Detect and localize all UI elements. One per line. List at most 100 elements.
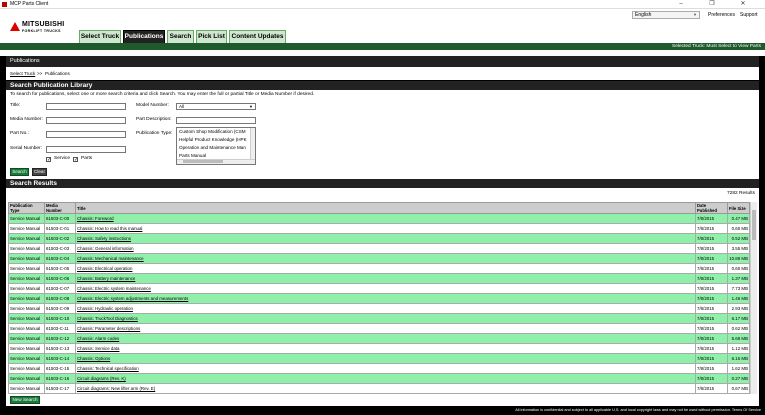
cell-media-number: 61503-C-07 [44,283,76,294]
cell-title[interactable]: Chassis: Options [75,353,696,364]
preferences-link[interactable]: Preferences [708,11,735,19]
cell-title[interactable]: Manual: Traction controller – Zapi Combi… [75,393,696,394]
minimize-button[interactable]: – [669,0,693,8]
table-row[interactable]: Service Manual 61503-C-16 Circuit diagrams… [8,373,750,384]
part-number-input[interactable] [46,131,126,138]
column-header-title[interactable]: Title [75,202,696,214]
cell-date-published: 7/8/2015 [695,223,728,234]
cell-date-published: 7/8/2015 [695,383,728,394]
cell-title[interactable]: Chassis: Technical specification [75,363,696,374]
column-header-date-published[interactable]: Date Published [695,202,728,214]
breadcrumb-select-truck[interactable]: Select Truck [10,71,35,76]
table-row[interactable]: Service Manual 61503-C-15 Chassis: Technic… [8,363,750,374]
cell-title[interactable]: Chassis: Electric system adjustments and… [75,293,696,304]
part-description-input[interactable] [176,117,256,124]
table-row[interactable]: Service Manual 61503-C-04 Chassis: Mechani… [8,253,750,264]
cell-date-published: 7/8/2015 [695,323,728,334]
cell-media-number: 61503-C-09 [44,303,76,314]
search-button[interactable]: Search [10,168,29,176]
tab-pick-list[interactable]: Pick List [196,30,227,43]
table-row[interactable]: Service Manual 61503-C-09 Chassis: Hydraul… [8,303,750,314]
publication-type-label: Publication Type: [136,131,173,136]
tab-content-updates[interactable]: Content Updates [229,30,286,43]
table-row[interactable]: Service Manual 61503-C-11 Chassis: Paramet… [8,323,750,334]
table-row[interactable]: Service Manual 61503-C-01 Chassis: How to … [8,223,750,234]
column-header-publication-type[interactable]: Publication Type [8,202,45,214]
cell-title[interactable]: Chassis: Foreword [75,213,696,224]
cell-file-size: 0.27 MB [727,373,750,384]
cell-title[interactable]: Chassis: Safety instructions [75,233,696,244]
maximize-button[interactable]: ❐ [700,0,724,8]
parts-checkbox-label: Parts [81,156,93,161]
cell-publication-type: Service Manual [8,273,45,284]
table-row[interactable]: Service Manual 61503-C-13 Chassis: Service… [8,343,750,354]
language-value: English [635,12,652,18]
cell-title[interactable]: Chassis: Battery maintenance [75,273,696,284]
table-row[interactable]: Service Manual 61503-C-02 Chassis: Safety … [8,233,750,244]
table-row[interactable]: Service Manual 61503-C-08 Chassis: Electri… [8,293,750,304]
service-checkbox[interactable]: ✓ [46,157,51,163]
cell-media-number: 61503-C-10 [44,313,76,324]
cell-publication-type: Service Manual [8,303,45,314]
cell-file-size: 1.62 MB [727,363,750,374]
cell-title[interactable]: Chassis: Service data [75,343,696,354]
cell-file-size: 5.68 MB [727,333,750,344]
table-row[interactable]: Service Manual 61503-C-10 Chassis: TruckTo… [8,313,750,324]
cell-title[interactable]: Chassis: Electric system maintenance [75,283,696,294]
cell-date-published: 7/8/2015 [695,253,728,264]
table-row[interactable]: Service Manual 61503-C-17 Circuit diagrams… [8,383,750,394]
table-row[interactable]: Service Manual 61503-C-05 Chassis: Electri… [8,263,750,274]
cell-title[interactable]: Chassis: Mechanical maintenance [75,253,696,264]
publication-type-list[interactable]: Custom Shop Modification (CSM Helpful Pr… [176,127,256,165]
serial-number-input[interactable] [46,146,126,153]
cell-title[interactable]: Chassis: Electrical operation [75,263,696,274]
window-titlebar: MCP Parts Client – ❐ ✕ [0,0,765,9]
table-row[interactable]: Service Manual 61503-C-06 Chassis: Battery… [8,273,750,284]
scrollbar-thumb[interactable] [752,210,756,240]
cell-file-size: 0.60 MB [727,263,750,274]
parts-checkbox[interactable]: ✓ [73,157,78,163]
tab-publications[interactable]: Publications [123,30,165,43]
clear-button[interactable]: Clear [32,168,47,176]
list-item[interactable]: Operation and Maintenance Man [177,144,255,152]
title-input[interactable] [46,103,126,110]
cell-publication-type: Service Manual [8,393,45,394]
list-item[interactable]: Custom Shop Modification (CSM [177,128,255,136]
cell-title[interactable]: Circuit diagrams (Rev. K) [75,373,696,384]
language-select[interactable]: English ▼ [632,11,700,19]
support-link[interactable]: Support [740,11,758,19]
table-row[interactable]: Service Manual 61503-C-00 Chassis: Forewor… [8,213,750,224]
cell-title[interactable]: Chassis: How to read this manual [75,223,696,234]
part-description-label: Part Description: [136,117,172,122]
column-header-file-size[interactable]: File Size [727,202,750,214]
column-header-media-number[interactable]: Media Number [44,202,76,214]
cell-file-size: 2.93 MB [727,303,750,314]
cell-media-number: 61503-C-17 [44,383,76,394]
table-row[interactable]: Service Manual 61503-C-07 Chassis: Electri… [8,283,750,294]
table-row[interactable]: Service Manual 61503-C-03 Chassis: General… [8,243,750,254]
cell-title[interactable]: Chassis: Parameter descriptions [75,323,696,334]
chevron-down-icon: ▼ [249,104,253,109]
table-row[interactable]: Service Manual 61503-C-14 Chassis: Options… [8,353,750,364]
cell-title[interactable]: Chassis: TruckTool Diagnostics [75,313,696,324]
search-instructions: To search for publications, select one o… [10,92,315,97]
model-number-select[interactable]: All ▼ [176,103,256,110]
window-title: MCP Parts Client [10,1,49,7]
media-number-input[interactable] [46,117,126,124]
cell-media-number: 61503-C-02 [44,233,76,244]
table-row[interactable]: Service Manual 61503-C-12 Chassis: Alarm c… [8,333,750,344]
list-item[interactable]: Helpful Product Knowledge (HPK [177,136,255,144]
results-scrollbar[interactable] [750,202,757,394]
model-number-value: All [179,104,185,109]
scrollbar-thumb[interactable] [183,160,223,163]
cell-title[interactable]: Chassis: Hydraulic operation [75,303,696,314]
cell-title[interactable]: Circuit diagrams: New lifter arm (Rev. E… [75,383,696,394]
tab-search[interactable]: Search [167,30,194,43]
horizontal-scrollbar[interactable] [177,159,255,164]
cell-title[interactable]: Chassis: General information [75,243,696,254]
close-button[interactable]: ✕ [731,0,755,8]
new-search-button[interactable]: New Search [10,396,40,404]
table-row[interactable]: Service Manual61503-C-18Manual: Traction… [8,393,750,394]
tab-select-truck[interactable]: Select Truck [79,30,121,43]
cell-title[interactable]: Chassis: Alarm codes [75,333,696,344]
